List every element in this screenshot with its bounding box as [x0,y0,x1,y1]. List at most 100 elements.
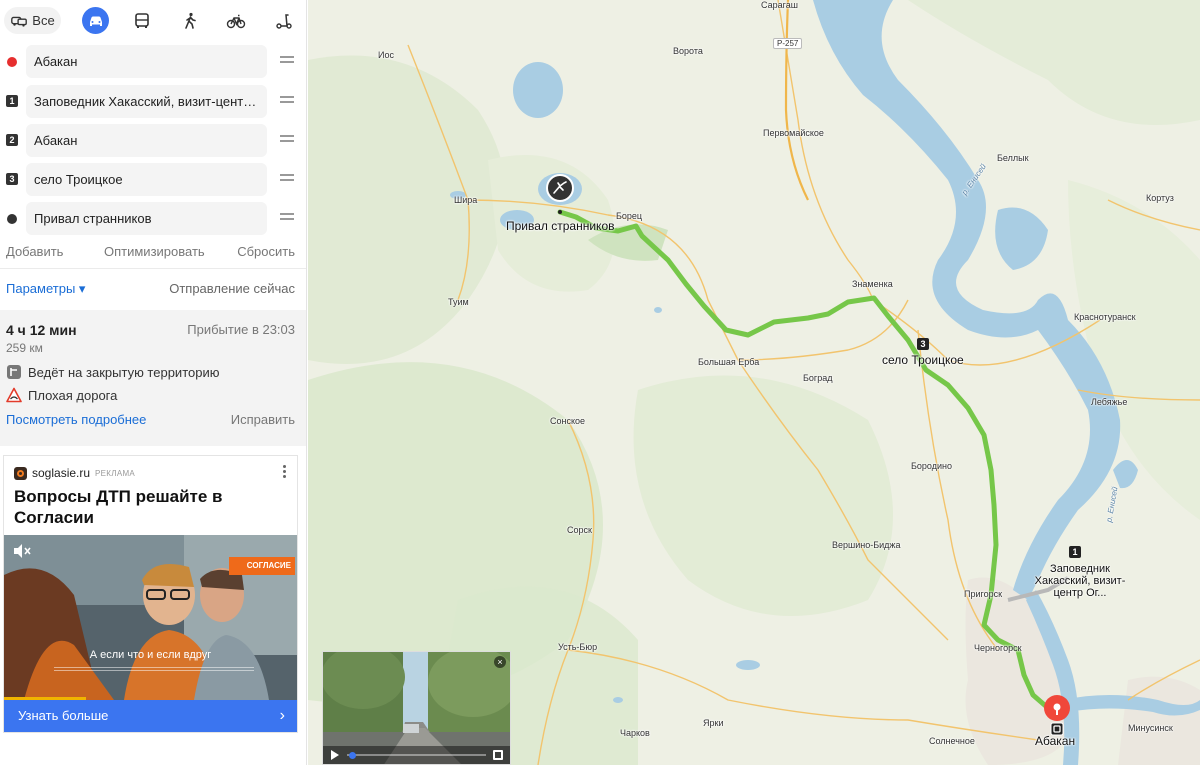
waypoint-input[interactable]: Абакан [26,45,267,78]
params-dropdown[interactable]: Параметры ▾ [6,281,85,296]
end-point-marker [7,214,17,224]
ad-brand-logo: СОГЛАСИЕ [229,557,295,575]
ad-cta-button[interactable]: Узнать больше › [4,700,297,732]
place-label[interactable]: Ярки [703,718,723,728]
restricted-area-icon [7,365,21,379]
mode-scooter-button[interactable] [272,7,296,34]
place-label[interactable]: Беллык [997,153,1029,163]
mute-icon[interactable] [12,543,32,559]
ad-video[interactable]: СОГЛАСИЕ А если что и если вдруг [4,535,297,700]
panorama-timeline-handle[interactable] [349,752,356,759]
ad-label: РЕКЛАМА [95,468,136,478]
place-label[interactable]: Большая Ерба [698,357,759,367]
waypoint-badge[interactable]: 3 [917,338,929,350]
waypoint-badge[interactable]: 1 [1069,546,1081,558]
destination-pin-icon[interactable] [545,174,575,214]
advertiser-logo-icon [14,466,27,480]
place-label[interactable]: Солнечное [929,736,975,746]
reset-button[interactable]: Сбросить [237,244,295,259]
add-point-button[interactable]: Добавить [6,244,63,259]
place-label[interactable]: Усть-Бюр [558,642,597,652]
waypoint-input[interactable]: Заповедник Хакасский, визит-центр Ог... [26,85,267,118]
place-label[interactable]: Сорск [567,525,592,535]
route-params: Параметры ▾ Отправление сейчас [6,281,295,297]
divider [0,268,306,269]
mode-transit-button[interactable] [130,7,154,34]
car-icon [89,16,102,26]
street-panorama-preview[interactable]: × [322,651,511,765]
ad-fine-print [54,667,254,677]
place-label[interactable]: Минусинск [1128,723,1173,733]
place-label[interactable]: Туим [448,297,469,307]
ad-video-caption: А если что и если вдруг [89,649,212,661]
place-label[interactable]: Краснотуранск [1074,312,1136,322]
place-label[interactable]: Ворота [673,46,703,56]
place-label[interactable]: Черногорск [974,643,1022,653]
panorama-timeline[interactable] [347,754,486,756]
place-label[interactable]: Борец [616,211,642,221]
waypoint-input[interactable]: село Троицкое [26,163,267,196]
destination-label[interactable]: Привал странников [506,219,615,233]
waypoint-row: Абакан [0,45,306,78]
place-label[interactable]: Лебяжье [1091,397,1127,407]
drag-handle-icon[interactable] [280,213,294,223]
start-pin-icon[interactable] [1042,694,1072,738]
ad-title: Вопросы ДТП решайте в Согласии [14,487,223,527]
place-label[interactable]: Сонское [550,416,585,426]
place-label[interactable]: Кортуз [1146,193,1174,203]
walking-person-icon [185,12,196,29]
waypoint-row: Привал странников [0,202,306,235]
mode-all-label: Все [32,13,55,28]
route-warning: Плохая дорога [6,386,117,404]
place-label[interactable]: Сарагаш [761,0,798,10]
waypoint-label[interactable]: село Троицкое [882,353,964,367]
route-details-link[interactable]: Посмотреть подробнее [6,412,146,427]
place-label[interactable]: Боград [803,373,832,383]
route-distance: 259 км [6,341,43,355]
waypoint-input[interactable]: Абакан [26,124,267,157]
drag-handle-icon[interactable] [280,96,294,106]
place-label[interactable]: Первомайское [763,128,824,138]
report-issue-link[interactable]: Исправить [231,412,295,427]
drag-handle-icon[interactable] [280,135,294,145]
route-warning: Ведёт на закрытую территорию [6,363,219,381]
close-panorama-icon[interactable]: × [494,656,506,668]
waypoint-row: 1 Заповедник Хакасский, визит-центр Ог..… [0,85,306,118]
place-label[interactable]: Вершино-Биджа [832,540,900,550]
place-label[interactable]: Знаменка [852,279,893,289]
place-label[interactable]: Шира [454,195,477,205]
waypoint-row: 2 Абакан [0,124,306,157]
departure-time-select[interactable]: Отправление сейчас [169,281,295,296]
warning-text: Плохая дорога [28,387,118,403]
drag-handle-icon[interactable] [280,56,294,66]
fullscreen-icon[interactable] [493,750,503,760]
place-label[interactable]: Пригорск [964,589,1002,599]
mode-walk-button[interactable] [178,7,202,34]
place-label[interactable]: Иос [378,50,394,60]
waypoint-number-badge: 1 [6,95,18,107]
waypoint-row: 3 село Троицкое [0,163,306,196]
place-label[interactable]: Бородино [911,461,952,471]
waypoint-input[interactable]: Привал странников [26,202,267,235]
mode-all-button[interactable]: Все [4,7,61,34]
optimize-button[interactable]: Оптимизировать [104,244,205,259]
ad-banner[interactable]: soglasie.ru РЕКЛАМА Вопросы ДТП решайте … [3,455,298,733]
ad-source: soglasie.ru РЕКЛАМА [14,466,135,480]
play-icon[interactable] [331,750,339,760]
more-options-icon[interactable] [283,465,287,479]
scooter-icon [276,13,292,29]
warning-text: Ведёт на закрытую территорию [28,364,220,380]
drag-handle-icon[interactable] [280,174,294,184]
route-duration: 4 ч 12 мин [6,322,77,338]
start-point-marker [7,57,17,67]
place-label[interactable]: Чарков [620,728,650,738]
waypoint-label[interactable]: Заповедник Хакасский, визит-центр Ог... [1025,563,1135,599]
bicycle-icon [226,14,246,28]
bad-road-warning-icon [6,387,22,403]
mode-car-button[interactable] [82,7,109,34]
route-option-card[interactable]: 4 ч 12 мин Прибытие в 23:03 259 км Ведёт… [0,310,306,446]
map-view[interactable]: Сарагаш Р-257 Иос Ворота Первомайское Бе… [308,0,1200,765]
transport-modes: Все [0,0,306,40]
waypoint-number-badge: 2 [6,134,18,146]
mode-bike-button[interactable] [224,7,248,34]
